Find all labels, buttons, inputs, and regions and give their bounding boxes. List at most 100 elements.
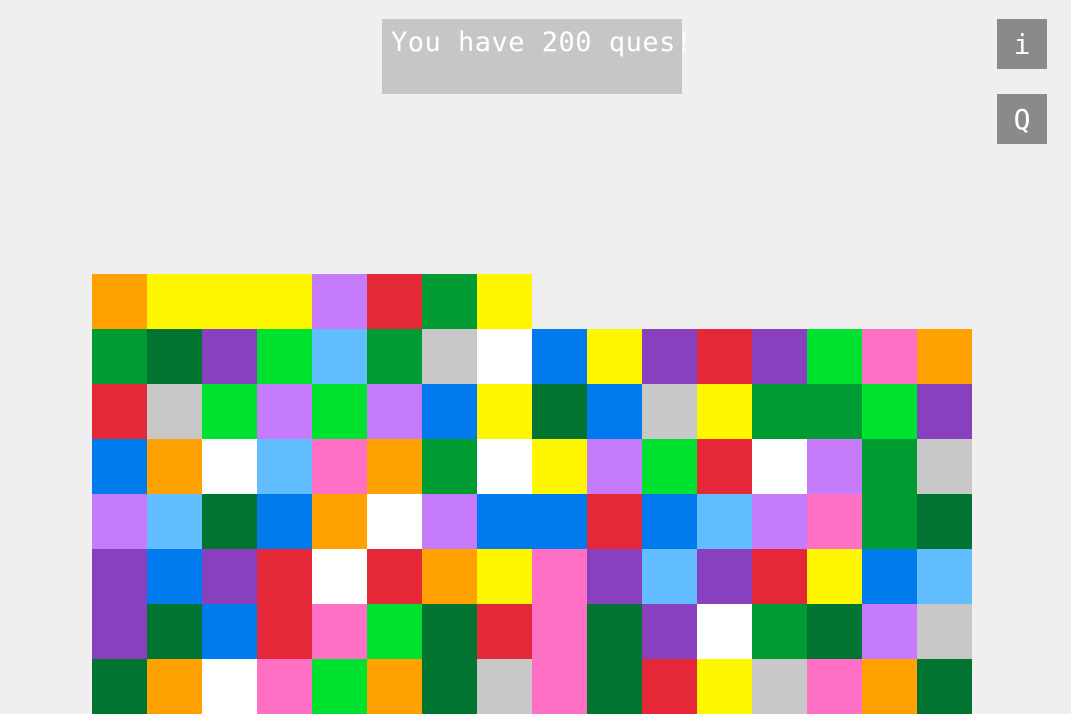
board-tile[interactable] xyxy=(807,604,862,659)
board-tile[interactable] xyxy=(202,659,257,714)
board-tile[interactable] xyxy=(697,659,752,714)
board-tile[interactable] xyxy=(697,494,752,549)
info-button[interactable]: i xyxy=(997,19,1047,69)
board-tile[interactable] xyxy=(367,549,422,604)
board-tile[interactable] xyxy=(92,659,147,714)
board-tile[interactable] xyxy=(367,604,422,659)
board-tile[interactable] xyxy=(92,494,147,549)
board-tile[interactable] xyxy=(257,384,312,439)
board-tile[interactable] xyxy=(587,659,642,714)
board-tile[interactable] xyxy=(477,549,532,604)
board-tile[interactable] xyxy=(917,604,972,659)
board-tile[interactable] xyxy=(367,274,422,329)
quit-button[interactable]: Q xyxy=(997,94,1047,144)
board-tile[interactable] xyxy=(587,604,642,659)
board-tile[interactable] xyxy=(477,659,532,714)
board-tile[interactable] xyxy=(312,604,367,659)
board-tile[interactable] xyxy=(422,329,477,384)
board-tile[interactable] xyxy=(587,494,642,549)
board-tile[interactable] xyxy=(807,549,862,604)
board-tile[interactable] xyxy=(807,659,862,714)
board-tile[interactable] xyxy=(807,439,862,494)
board-tile[interactable] xyxy=(147,494,202,549)
board-tile[interactable] xyxy=(862,439,917,494)
board-tile[interactable] xyxy=(422,549,477,604)
board-tile[interactable] xyxy=(752,549,807,604)
board-tile[interactable] xyxy=(92,384,147,439)
board-tile[interactable] xyxy=(147,384,202,439)
board-tile[interactable] xyxy=(752,659,807,714)
board-tile[interactable] xyxy=(587,329,642,384)
board-tile[interactable] xyxy=(202,384,257,439)
board-tile[interactable] xyxy=(257,604,312,659)
board-tile[interactable] xyxy=(257,439,312,494)
board-tile[interactable] xyxy=(642,494,697,549)
board-tile[interactable] xyxy=(642,329,697,384)
board-tile[interactable] xyxy=(587,549,642,604)
board-tile[interactable] xyxy=(642,604,697,659)
board-tile[interactable] xyxy=(147,329,202,384)
board-tile[interactable] xyxy=(532,439,587,494)
board-tile[interactable] xyxy=(477,384,532,439)
board-tile[interactable] xyxy=(147,659,202,714)
board-tile[interactable] xyxy=(367,384,422,439)
board-tile[interactable] xyxy=(202,274,257,329)
board-tile[interactable] xyxy=(257,549,312,604)
board-tile[interactable] xyxy=(862,659,917,714)
board-tile[interactable] xyxy=(697,384,752,439)
board-tile[interactable] xyxy=(697,439,752,494)
board-tile[interactable] xyxy=(642,439,697,494)
board-tile[interactable] xyxy=(587,439,642,494)
board-tile[interactable] xyxy=(147,549,202,604)
board-tile[interactable] xyxy=(752,439,807,494)
board-tile[interactable] xyxy=(422,439,477,494)
board-tile[interactable] xyxy=(807,329,862,384)
board-tile[interactable] xyxy=(587,384,642,439)
board-tile[interactable] xyxy=(752,329,807,384)
board-tile[interactable] xyxy=(917,329,972,384)
board-tile[interactable] xyxy=(92,549,147,604)
board-tile[interactable] xyxy=(367,439,422,494)
board-tile[interactable] xyxy=(807,384,862,439)
board-tile[interactable] xyxy=(532,549,587,604)
board-tile[interactable] xyxy=(92,439,147,494)
board-tile[interactable] xyxy=(642,384,697,439)
board-tile[interactable] xyxy=(917,494,972,549)
board-tile[interactable] xyxy=(862,549,917,604)
board-tile[interactable] xyxy=(92,274,147,329)
board-tile[interactable] xyxy=(312,494,367,549)
board-tile[interactable] xyxy=(257,329,312,384)
board-tile[interactable] xyxy=(917,549,972,604)
board-tile[interactable] xyxy=(917,439,972,494)
board-tile[interactable] xyxy=(917,384,972,439)
board-tile[interactable] xyxy=(477,494,532,549)
board-tile[interactable] xyxy=(642,549,697,604)
board-tile[interactable] xyxy=(312,384,367,439)
board-tile[interactable] xyxy=(422,494,477,549)
board-tile[interactable] xyxy=(697,329,752,384)
board-tile[interactable] xyxy=(862,604,917,659)
board-tile[interactable] xyxy=(422,659,477,714)
board-tile[interactable] xyxy=(862,384,917,439)
board-tile[interactable] xyxy=(202,494,257,549)
board-tile[interactable] xyxy=(312,329,367,384)
board-tile[interactable] xyxy=(532,384,587,439)
board-tile[interactable] xyxy=(257,494,312,549)
board-tile[interactable] xyxy=(422,384,477,439)
board-tile[interactable] xyxy=(147,274,202,329)
board-tile[interactable] xyxy=(862,329,917,384)
board-tile[interactable] xyxy=(422,604,477,659)
board-tile[interactable] xyxy=(752,494,807,549)
board-tile[interactable] xyxy=(202,549,257,604)
board-tile[interactable] xyxy=(367,494,422,549)
board-tile[interactable] xyxy=(92,604,147,659)
board-tile[interactable] xyxy=(312,274,367,329)
board-tile[interactable] xyxy=(257,659,312,714)
board-tile[interactable] xyxy=(752,384,807,439)
board-tile[interactable] xyxy=(312,659,367,714)
board-tile[interactable] xyxy=(202,604,257,659)
board-tile[interactable] xyxy=(477,329,532,384)
board-tile[interactable] xyxy=(532,494,587,549)
board-tile[interactable] xyxy=(477,604,532,659)
board-tile[interactable] xyxy=(532,659,587,714)
